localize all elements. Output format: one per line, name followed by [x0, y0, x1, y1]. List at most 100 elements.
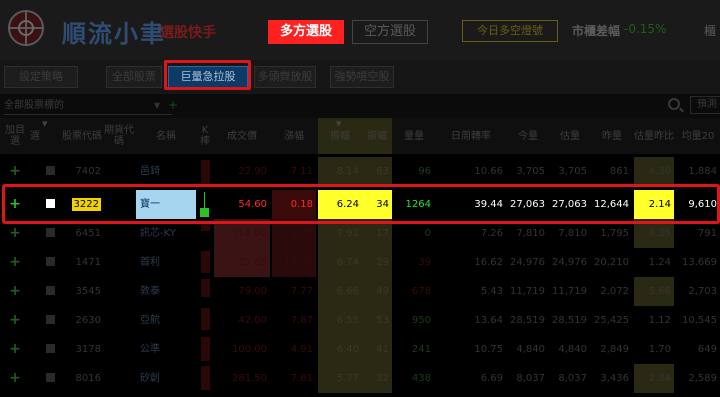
settings-strategy-button[interactable]: 設定策略 — [4, 66, 78, 88]
table-row[interactable]: + 3178 公準 100.00 4.91 6.40 41 241 10.75 … — [0, 335, 720, 364]
cell-kbar — [200, 208, 209, 217]
cell-code: 6451 — [75, 228, 101, 239]
col-add-watch[interactable]: 加目選 — [4, 118, 26, 154]
brand-subtitle: 選股快手 — [160, 25, 216, 41]
row-checkbox[interactable] — [46, 228, 55, 237]
cell-avg20: 1,884 — [688, 166, 717, 177]
cell-change: 7.11 — [290, 166, 313, 177]
col-futures-code[interactable]: 期貨代碼 — [104, 118, 134, 154]
col-swing[interactable]: 振幅 — [362, 118, 392, 154]
table-row-selected[interactable]: + 3222 寶一 54.60 0.18 6.24 34 1264 39.44 … — [0, 190, 720, 219]
bull-multi-tab[interactable]: 多頭齊放股 — [254, 66, 316, 88]
row-checkbox[interactable] — [46, 257, 55, 266]
stock-universe-select[interactable]: 全部股票標的 ▼ + — [4, 98, 178, 115]
cell-volume: 0 — [424, 228, 431, 239]
header-cut-text: 櫃 — [704, 24, 717, 38]
row-checkbox[interactable] — [46, 344, 55, 353]
cell-turnover: 7.26 — [480, 228, 503, 239]
cell-change: 8.77 — [272, 219, 316, 248]
cell-yday: 12,644 — [594, 199, 629, 210]
cell-name[interactable]: 首利 — [136, 248, 196, 277]
strong-short-tab[interactable]: 強勢噴空股 — [330, 66, 394, 88]
col-est-volume[interactable]: 估量 — [550, 118, 590, 154]
cell-name[interactable]: 公準 — [136, 335, 196, 364]
col-change[interactable]: 漲幅 — [272, 118, 316, 154]
cell-name[interactable]: 亞航 — [136, 306, 196, 335]
cell-price: 54.60 — [238, 199, 267, 210]
table-row[interactable]: + 3545 敦泰 79.00 7.77 6.66 49 678 5.43 11… — [0, 277, 720, 306]
add-row-button[interactable]: + — [4, 306, 26, 335]
col-today-volume[interactable]: 今量 — [508, 118, 548, 154]
cell-turnover: 13.64 — [474, 315, 503, 326]
col-name[interactable]: 名稱 — [136, 118, 196, 154]
cell-amplitude: 6.66 — [336, 286, 359, 297]
cell-avg20: 2,589 — [688, 373, 717, 384]
col-selected[interactable]: 選 — [28, 118, 42, 154]
short-picks-button[interactable]: 空方選股 — [352, 20, 428, 44]
cell-est: 8,037 — [558, 373, 587, 384]
cell-name[interactable]: 訊芯-KY — [136, 219, 196, 248]
cell-name[interactable]: 寶一 — [136, 190, 196, 219]
cell-kbar — [201, 279, 210, 297]
col-kbar[interactable]: K棒 — [198, 118, 212, 154]
cell-ratio: 4.35 — [634, 219, 674, 248]
cell-price: 22.90 — [238, 166, 267, 177]
add-row-button[interactable]: + — [4, 364, 26, 393]
add-row-button[interactable]: + — [4, 219, 26, 248]
cell-name[interactable]: 敦泰 — [136, 277, 196, 306]
table-row[interactable]: + 1471 首利 23.65 10.00 6.74 29 39 16.62 2… — [0, 248, 720, 277]
col-stock-code[interactable]: 股票代碼 — [60, 118, 104, 154]
chevron-down-icon: ▼ — [154, 101, 161, 110]
add-row-button[interactable]: + — [4, 277, 26, 306]
cell-swing: 63 — [376, 166, 389, 177]
cell-turnover: 6.69 — [480, 373, 503, 384]
cell-volume: 39 — [418, 257, 431, 268]
long-picks-button[interactable]: 多方選股 — [268, 20, 344, 44]
row-checkbox[interactable] — [46, 315, 55, 324]
cell-change: 7.81 — [290, 373, 313, 384]
search-icon[interactable] — [668, 98, 680, 110]
table-row[interactable]: + 7402 邑錡 22.90 7.11 8.14 63 96 10.66 3,… — [0, 157, 720, 186]
add-row-button[interactable]: + — [4, 248, 26, 277]
col-yday-volume[interactable]: 昨量 — [592, 118, 632, 154]
cell-price: 118.00 — [214, 219, 270, 248]
cell-est: 7,810 — [558, 228, 587, 239]
add-row-button[interactable]: + — [4, 190, 26, 219]
table-row[interactable]: + 8016 矽創 281.50 7.81 5.77 32 438 6.69 8… — [0, 364, 720, 393]
table-row[interactable]: + 6451 訊芯-KY 118.00 8.77 7.91 17 0 7.26 … — [0, 219, 720, 248]
cell-yday: 25,425 — [594, 315, 629, 326]
cell-turnover: 10.66 — [474, 166, 503, 177]
market-spread-label: 市櫃差幅 — [572, 24, 621, 38]
cell-today: 27,063 — [510, 199, 545, 210]
col-turnover[interactable]: 日周轉率 — [436, 118, 506, 154]
cell-amplitude: 7.91 — [336, 228, 359, 239]
col-avg20[interactable]: 均量20 — [676, 118, 720, 154]
today-signal-button[interactable]: 今日多空燈號 — [462, 20, 558, 42]
stock-universe-value: 全部股票標的 — [4, 100, 64, 111]
table-row[interactable]: + 2630 亞航 42.00 7.87 6.55 53 950 13.64 2… — [0, 306, 720, 335]
add-row-button[interactable]: + — [4, 335, 26, 364]
add-row-button[interactable]: + — [4, 157, 26, 186]
col-volume[interactable]: 量量 — [394, 118, 434, 154]
cell-code-wrap: 3222 — [60, 190, 104, 219]
col-est-ratio[interactable]: 估量昨比 — [634, 118, 674, 154]
cell-code: 7402 — [75, 166, 101, 177]
cell-price: 42.00 — [238, 315, 267, 326]
cell-ratio: 1.70 — [648, 344, 671, 355]
forecast-button[interactable]: 預測 — [690, 96, 720, 114]
row-checkbox[interactable] — [46, 373, 55, 382]
all-stocks-tab[interactable]: 全部股票 — [106, 66, 162, 88]
row-checkbox[interactable] — [46, 199, 55, 208]
cell-price: 79.00 — [238, 286, 267, 297]
cell-avg20: 9,610 — [688, 199, 717, 210]
cell-name[interactable]: 矽創 — [136, 364, 196, 393]
cell-volume: 678 — [411, 286, 431, 297]
add-filter-button[interactable]: + — [168, 97, 178, 113]
col-price[interactable]: 成交價 — [214, 118, 270, 154]
cell-swing: 29 — [376, 257, 389, 268]
cell-est: 4,840 — [558, 344, 587, 355]
row-checkbox[interactable] — [46, 286, 55, 295]
cell-name[interactable]: 邑錡 — [136, 157, 196, 186]
cell-avg20: 649 — [697, 344, 717, 355]
row-checkbox[interactable] — [46, 166, 55, 175]
